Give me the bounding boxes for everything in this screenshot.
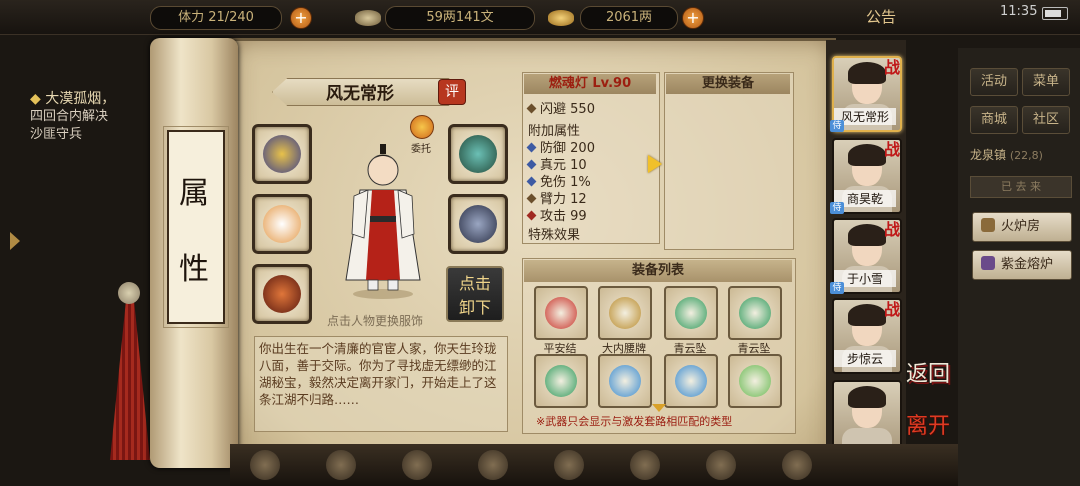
ring-icon [263,275,301,313]
character-name: 风无常形 [326,84,394,104]
scroll-char-2: 性 [179,252,209,287]
special-effect-title: 特殊效果 [528,228,581,243]
furnace-icon [981,218,995,232]
quest-panel[interactable]: ◆ 大漠孤烟， 四回合内解决 沙匪守兵 [30,90,150,144]
delegate-label: 委托 [411,144,431,155]
back-button[interactable]: 返回 [906,356,950,388]
armor-icon [459,205,497,243]
item-title: 燃魂灯 Lv.90 [524,74,656,94]
battle-tag: 战 [884,140,901,159]
shop-button[interactable]: 商城 [970,106,1018,134]
menu-button[interactable]: 菜单 [1022,68,1070,96]
add-gold-button[interactable]: + [682,7,704,29]
tassel-decoration [110,300,150,460]
leave-button[interactable]: 离开 [906,408,950,440]
bottom-icon-8[interactable] [782,450,812,480]
equip-list-item[interactable] [598,286,652,340]
change-equip-title: 更换装备 [666,74,790,94]
bracer-icon [263,135,301,173]
item-icon [739,365,771,397]
attendant-badge: 侍 [830,282,844,294]
flower-icon [263,205,301,243]
stamina-display: 体力 21/240 [150,6,282,30]
battle-tag: 战 [884,300,901,319]
expand-left-arrow-icon[interactable] [10,232,20,250]
item-icon [545,297,577,329]
status-bar: 已 去 来 [970,176,1072,198]
bottom-icon-2[interactable] [326,450,356,480]
equip-list-item[interactable] [598,354,652,408]
equip-list-item[interactable] [728,286,782,340]
bottom-icon-5[interactable] [554,450,584,480]
character-bio: 你出生在一个清廉的官宦人家，你天生玲珑八面，善于交际。你为了寻找虚无缥缈的江湖秘… [254,336,508,432]
add-stamina-button[interactable]: + [290,7,312,29]
unequip-button[interactable]: 点击 卸下 [446,266,504,322]
quest-line-1: 四回合内解决 [30,109,109,124]
equip-list-item[interactable] [664,354,718,408]
equip-slot-bracer[interactable] [252,124,312,184]
quest-title: 大漠孤烟， [45,91,116,107]
unequip-label-2: 卸下 [458,298,491,317]
silver-display: 59两141文 [385,6,535,30]
bottom-icon-4[interactable] [478,450,508,480]
unequip-label-1: 点击 [458,274,491,293]
jade-knot-icon [118,282,140,304]
scroll-down-icon[interactable] [652,404,666,412]
clock: 11:35 [1000,4,1038,19]
community-button[interactable]: 社区 [1022,106,1070,134]
bottom-icon-1[interactable] [250,450,280,480]
battery-icon [1042,7,1068,20]
gold-ingot-icon [548,10,574,26]
arrow-right-icon [648,155,662,173]
equip-list-item[interactable] [664,286,718,340]
scroll-label [163,126,229,328]
character-figure[interactable] [340,130,426,300]
hat-icon [459,135,497,173]
stat-attack: 攻击 99 [526,205,587,224]
battle-tag: 战 [884,58,901,77]
location-label: 龙泉镇 (22,8) [970,148,1043,162]
battle-tag: 战 [884,220,901,239]
attendant-badge: 侍 [830,120,844,132]
furnace-button[interactable]: 火炉房 [972,212,1072,242]
item-icon [609,297,641,329]
change-equip-panel[interactable] [664,72,794,250]
scroll-char-1: 属 [179,176,209,211]
roster-name: 步惊云 [834,350,896,367]
item-icon [675,365,707,397]
item-icon [739,297,771,329]
item-icon [675,297,707,329]
silver-coin-icon [355,10,381,26]
bottom-icon-3[interactable] [402,450,432,480]
quest-line-2: 沙匪守兵 [30,127,83,142]
item-icon [609,365,641,397]
notice-button[interactable]: 公告 [866,6,896,27]
equip-list-title: 装备列表 [524,260,792,282]
equip-slot-accessory[interactable] [252,194,312,254]
equip-slot-hat[interactable] [448,124,508,184]
bottom-icon-6[interactable] [630,450,660,480]
equip-list-item[interactable] [534,354,588,408]
equip-slot-armor[interactable] [448,194,508,254]
purple-furnace-button[interactable]: 紫金熔炉 [972,250,1072,280]
gold-display: 2061两 [580,6,678,30]
item-icon [545,365,577,397]
weapon-note: ※武器只会显示与激发套路相匹配的类型 [536,415,733,428]
tap-hint: 点击人物更换服饰 [326,314,423,328]
activity-button[interactable]: 活动 [970,68,1018,96]
evaluate-button[interactable]: 评 [438,79,466,105]
attendant-badge: 侍 [830,202,844,214]
equip-list-item[interactable] [728,354,782,408]
bottom-icon-7[interactable] [706,450,736,480]
equip-list-item[interactable] [534,286,588,340]
purple-furnace-icon [981,256,995,270]
delegate-icon[interactable] [410,115,434,139]
stat-dodge: 闪避 550 [526,98,595,117]
